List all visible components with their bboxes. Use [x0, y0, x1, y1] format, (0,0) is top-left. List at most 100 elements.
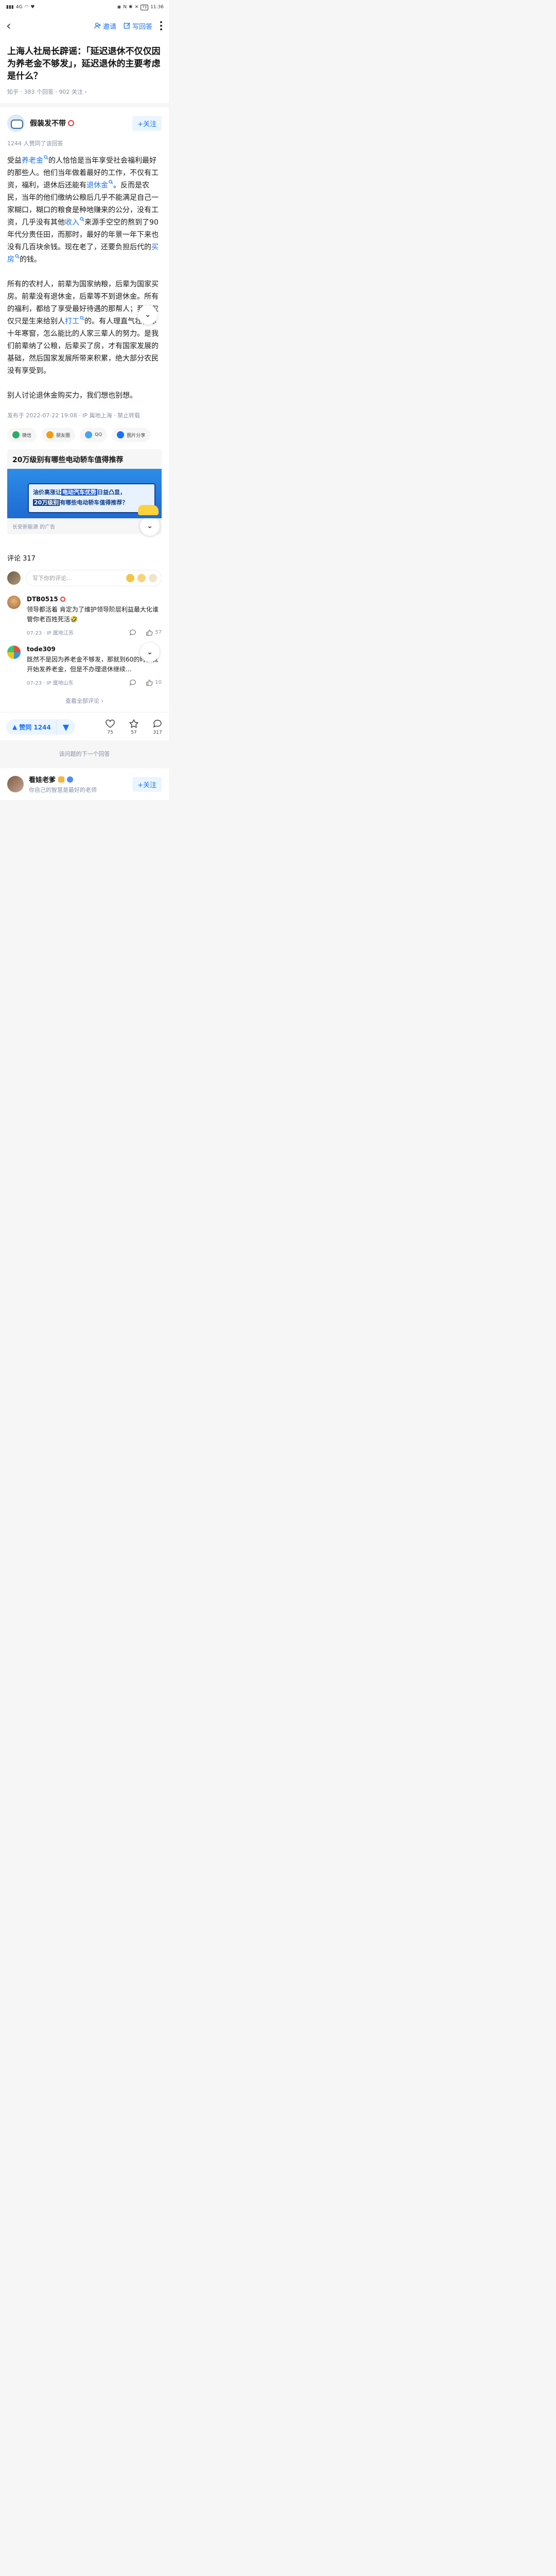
- commenter-name-row[interactable]: DTB0515: [27, 596, 162, 603]
- author-row: 假装发不带 +关注: [7, 114, 162, 132]
- edit-icon: [124, 23, 130, 29]
- follow-button[interactable]: +关注: [132, 115, 162, 131]
- next-author-name-row[interactable]: 看娃老爹: [29, 774, 132, 784]
- comment-input[interactable]: 写下你的评论...: [26, 570, 162, 586]
- view-all-comments-link[interactable]: 查看全部评论 ›: [7, 697, 162, 705]
- author-name-block[interactable]: 假装发不带: [30, 118, 132, 128]
- keyword-search-link[interactable]: 养老金: [22, 155, 48, 165]
- next-author-bio: 你自己的智慧是最好的老师: [29, 787, 97, 793]
- emoji-tongue-icon[interactable]: [126, 574, 134, 582]
- ad-line1-a: 油价高涨让: [33, 489, 61, 496]
- ad-line1-hl: 电动汽车优势: [61, 489, 97, 496]
- reply-button[interactable]: [129, 679, 136, 686]
- notification-icon: ♥: [30, 5, 35, 10]
- comment-item: DTB0515 领导都活着 肯定为了维护领导阶层利益最大化谁管你老百姓死活🤣 0…: [7, 596, 162, 636]
- like-comment-button[interactable]: 10: [146, 679, 162, 686]
- moments-icon: [46, 431, 54, 438]
- share-image-share-button[interactable]: 图片分享: [112, 428, 151, 442]
- write-answer-button[interactable]: 写回答: [124, 21, 152, 31]
- more-options-icon[interactable]: [159, 21, 164, 30]
- downvote-button[interactable]: ▼: [56, 719, 75, 735]
- signal-icon: ▮▮▮: [6, 5, 14, 10]
- ad-card[interactable]: 20万级别有哪些电动轿车值得推荐 油价高涨让 电动汽车优势 日益凸显， 20万级别有…: [7, 449, 162, 534]
- next-answer-label[interactable]: 该问题的下一个回答: [0, 740, 169, 768]
- search-icon: [109, 180, 113, 184]
- ad-title[interactable]: 20万级别有哪些电动轿车值得推荐: [7, 449, 162, 469]
- comment-input-row: 写下你的评论...: [7, 570, 162, 586]
- ad-banner-panel: 油价高涨让 电动汽车优势 日益凸显， 20万级别 有哪些电动轿车值得推荐？: [28, 483, 155, 513]
- emoji-smile-icon[interactable]: [137, 574, 146, 582]
- like-button[interactable]: 75: [105, 719, 115, 735]
- invite-button[interactable]: 邀请: [94, 21, 116, 31]
- keyword-search-link[interactable]: 退休金: [86, 180, 113, 190]
- author-avatar[interactable]: [7, 114, 25, 132]
- collapse-chevron-icon[interactable]: ⌄: [138, 305, 158, 325]
- search-icon: [44, 155, 48, 160]
- upvote-summary: 1244 人赞同了该回答: [7, 140, 63, 147]
- next-follow-button[interactable]: +关注: [132, 776, 162, 792]
- ad-line-2: 20万级别 有哪些电动轿车值得推荐？: [33, 498, 150, 508]
- answer-text: 的。有人理直气壮，你十年寒窗，怎么能比的人家三辈人的努力。是我们前辈纳了公粮，后…: [7, 317, 159, 375]
- search-icon: [80, 316, 84, 320]
- upvote-triangle-icon: ▲: [12, 723, 18, 731]
- commenter-avatar[interactable]: [7, 646, 21, 659]
- share-label: 微信: [22, 433, 32, 438]
- ad-banner-image[interactable]: 油价高涨让 电动汽车优势 日益凸显， 20万级别 有哪些电动轿车值得推荐？: [7, 469, 162, 518]
- comment-button[interactable]: 317: [152, 719, 163, 735]
- collapse-chevron-icon-3[interactable]: ⌄: [140, 642, 160, 662]
- car-illustration-icon: [138, 505, 159, 515]
- keyword-search-link[interactable]: 打工: [65, 316, 84, 326]
- nfc-icon: N: [123, 5, 127, 10]
- like-count: 75: [107, 730, 113, 735]
- commenter-name: tode309: [27, 646, 56, 653]
- answer-text: 别人讨论退休金购买力，我们想也别想。: [7, 392, 137, 400]
- ad-line1-b: 日益凸显，: [97, 489, 126, 496]
- mute-icon: ✕: [134, 5, 139, 10]
- reply-bubble-icon: [130, 629, 136, 636]
- image-share-icon: [117, 431, 125, 438]
- search-icon: [80, 217, 84, 222]
- bluetooth-icon: ✱: [129, 5, 133, 10]
- question-header: 上海人社局长辟谣：「延迟退休不仅仅因为养老金不够发」，延迟退休的主要考虑是什么？…: [0, 37, 169, 103]
- favorite-button[interactable]: 57: [129, 719, 139, 735]
- ad-line2-hl: 20万级别: [33, 499, 60, 506]
- collapse-chevron-icon-2[interactable]: ⌄: [140, 516, 160, 536]
- downvote-triangle-icon: ▼: [62, 722, 70, 732]
- next-author-avatar[interactable]: [7, 776, 24, 792]
- comment-total: 317: [153, 730, 162, 735]
- comment-item: tode309 既然不是因为养老金不够发，那就到60的时候就开始发养老金，但是不…: [7, 646, 162, 686]
- answer-paragraph: 所有的农村人，前辈为国家纳粮，后辈为国家买房。前辈没有退休金，后辈等不到退休金。…: [7, 278, 162, 377]
- like-comment-button[interactable]: 57: [146, 629, 162, 636]
- invite-label: 邀请: [102, 23, 116, 31]
- comment-meta: 07-23 · IP 属地江苏: [27, 631, 74, 636]
- commenter-avatar[interactable]: [7, 596, 21, 609]
- question-title[interactable]: 上海人社局长辟谣：「延迟退休不仅仅因为养老金不够发」，延迟退休的主要考虑是什么？: [7, 45, 162, 82]
- reply-bubble-icon: [130, 679, 136, 686]
- comment-meta-row: 07-23 · IP 属地江苏 57: [27, 629, 162, 636]
- next-answer-card[interactable]: 看娃老爹 你自己的智慧是最好的老师 +关注: [0, 768, 169, 800]
- back-arrow-icon[interactable]: ‹: [6, 20, 22, 32]
- answer-text: 的钱。: [20, 256, 41, 264]
- share-moments-button[interactable]: 朋友圈: [41, 428, 76, 442]
- next-author-name: 看娃老爹: [29, 776, 56, 784]
- upvote-label: 赞同 1244: [19, 723, 51, 731]
- keyword-search-link[interactable]: 收入: [65, 217, 84, 227]
- answer-paragraph: 别人讨论退休金购买力，我们想也别想。: [7, 389, 162, 402]
- vote-control: ▲ 赞同 1244 ▼: [6, 719, 76, 735]
- share-wechat-button[interactable]: 微信: [7, 428, 37, 442]
- question-meta[interactable]: 知乎 · 383 个回答 · 902 关注 ›: [7, 88, 162, 96]
- publish-meta: 发布于 2022-07-22 19:08 · IP 属地上海 · 禁止转载: [7, 412, 140, 419]
- star-icon: [129, 719, 138, 728]
- answer-content: 受益养老金 的人恰恰是当年享受社会福利最好的那些人。他们当年做着最好的工作，不仅有…: [7, 155, 162, 402]
- commenter-name: DTB0515: [27, 596, 58, 603]
- comment-bubble-icon: [153, 720, 162, 728]
- comment-like-count: 57: [155, 630, 162, 635]
- comment-count: 评论 317: [7, 555, 36, 563]
- share-qq-button[interactable]: QQ: [80, 428, 108, 442]
- ad-line2-b: 有哪些电动轿车值得推荐？: [60, 499, 128, 506]
- upvote-button[interactable]: ▲ 赞同 1244: [6, 719, 56, 735]
- status-bar: ▮▮▮ 4G ◠ ♥ ◉ N ✱ ✕ 73 11:36: [0, 0, 169, 14]
- qq-icon: [85, 431, 93, 438]
- emoji-cat-icon[interactable]: [149, 574, 157, 582]
- reply-button[interactable]: [129, 629, 136, 636]
